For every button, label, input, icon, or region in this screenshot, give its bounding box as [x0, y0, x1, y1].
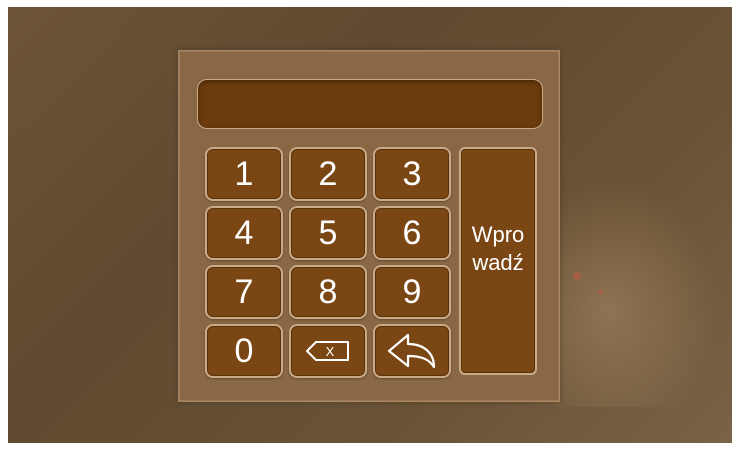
key-9[interactable]: 9: [373, 265, 451, 319]
key-4[interactable]: 4: [205, 206, 283, 260]
enter-label-line1: Wpro: [471, 222, 525, 247]
key-7[interactable]: 7: [205, 265, 283, 319]
key-8[interactable]: 8: [289, 265, 367, 319]
key-2[interactable]: 2: [289, 147, 367, 201]
backspace-button[interactable]: X: [289, 324, 367, 378]
back-arrow-icon: [387, 333, 436, 369]
background-flower: [598, 289, 603, 294]
key-3[interactable]: 3: [373, 147, 451, 201]
backspace-glyph: X: [326, 344, 335, 359]
backspace-icon: X: [306, 341, 349, 361]
pin-display-field[interactable]: [197, 79, 543, 129]
keypad-panel: 1 2 3 4 5 6 7 8 9 0 X Wpro wadź: [178, 50, 560, 402]
back-button[interactable]: [373, 324, 451, 378]
key-5[interactable]: 5: [289, 206, 367, 260]
screen-background: 1 2 3 4 5 6 7 8 9 0 X Wpro wadź: [8, 7, 732, 443]
enter-label: Wpro wadź: [461, 221, 535, 277]
enter-label-line2: wadź: [472, 250, 524, 275]
key-6[interactable]: 6: [373, 206, 451, 260]
key-1[interactable]: 1: [205, 147, 283, 201]
enter-button[interactable]: Wpro wadź: [459, 147, 537, 375]
key-0[interactable]: 0: [205, 324, 283, 378]
background-flower: [573, 272, 581, 280]
